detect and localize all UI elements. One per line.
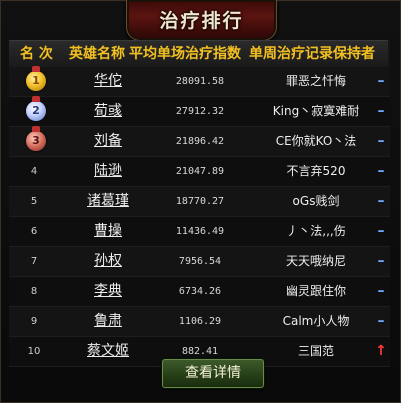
table-row: 1 华佗 28091.58 罪恶之忏悔 –: [9, 66, 390, 97]
hero-name-link[interactable]: 陆逊: [69, 157, 147, 186]
header-hero: 英雄名称: [69, 46, 125, 62]
trend-flat-icon: –: [377, 193, 385, 209]
trend-flat-icon: –: [377, 73, 385, 89]
view-details-button[interactable]: 查看详情: [162, 359, 264, 388]
rank-number: 4: [30, 166, 38, 177]
table-row: 7 孙权 7956.54 天天哦纳尼 –: [9, 247, 390, 277]
avg-heal-value: 28091.58: [175, 76, 225, 87]
trend-flat-icon: –: [377, 253, 385, 269]
trend-flat-icon: –: [377, 313, 385, 329]
ranking-table: 1 华佗 28091.58 罪恶之忏悔 – 2 荀彧 27912.32 King丶寂寞难耐 – 3 刘…: [9, 66, 390, 367]
title-banner: 治疗排行: [126, 0, 277, 41]
record-holder: 丿丶法,,,伤: [286, 224, 346, 238]
table-row: 8 李典 6734.26 幽灵跟住你 –: [9, 277, 390, 307]
hero-name-link[interactable]: 蔡文姬: [69, 337, 147, 366]
record-holder: Calm小人物: [282, 314, 350, 328]
table-row: 4 陆逊 21047.89 不言弃520 –: [9, 157, 390, 187]
hero-name-link[interactable]: 荀彧: [69, 97, 147, 126]
rank-number: 7: [30, 256, 38, 267]
table-row: 3 刘备 21896.42 CE你就KO丶法 –: [9, 126, 390, 157]
record-holder: 罪恶之忏悔: [285, 74, 346, 88]
panel-title: 治疗排行: [159, 10, 244, 32]
avg-heal-value: 18770.27: [175, 196, 225, 207]
avg-heal-value: 21896.42: [175, 136, 225, 147]
avg-heal-value: 1106.29: [178, 316, 222, 327]
trend-flat-icon: –: [377, 103, 385, 119]
bronze-medal-icon: 3: [26, 126, 46, 151]
hero-name-link[interactable]: 华佗: [69, 67, 147, 96]
table-row: 5 诸葛瑾 18770.27 oGs贱剑 –: [9, 187, 390, 217]
avg-heal-value: 21047.89: [175, 166, 225, 177]
record-holder: King丶寂寞难耐: [272, 104, 360, 118]
record-holder: oGs贱剑: [292, 194, 340, 208]
rank-number: 6: [30, 226, 38, 237]
table-row: 6 曹操 11436.49 丿丶法,,,伤 –: [9, 217, 390, 247]
avg-heal-value: 6734.26: [178, 286, 222, 297]
record-holder: CE你就KO丶法: [275, 134, 357, 148]
rank-number: 5: [30, 196, 38, 207]
silver-medal-icon: 2: [26, 96, 46, 121]
hero-name-link[interactable]: 李典: [69, 277, 147, 306]
trend-up-icon: ↑: [375, 343, 387, 359]
rank-number: 10: [27, 346, 41, 357]
hero-name-link[interactable]: 诸葛瑾: [69, 187, 147, 216]
header-avg: 平均单场治疗指数: [129, 46, 241, 62]
table-header: 名 次 英雄名称 平均单场治疗指数 单周治疗记录保持者: [9, 40, 390, 68]
gold-medal-icon: 1: [26, 66, 46, 91]
record-holder: 天天哦纳尼: [285, 254, 346, 268]
hero-name-link[interactable]: 刘备: [69, 127, 147, 156]
trend-flat-icon: –: [377, 133, 385, 149]
record-holder: 三国范: [297, 344, 334, 358]
trend-flat-icon: –: [377, 163, 385, 179]
trend-flat-icon: –: [377, 223, 385, 239]
table-row: 9 鲁肃 1106.29 Calm小人物 –: [9, 307, 390, 337]
avg-heal-value: 7956.54: [178, 256, 222, 267]
rank-number: 9: [30, 316, 38, 327]
avg-heal-value: 11436.49: [175, 226, 225, 237]
trend-flat-icon: –: [377, 283, 385, 299]
record-holder: 不言弃520: [286, 164, 346, 178]
header-rank: 名 次: [20, 46, 53, 62]
avg-heal-value: 27912.32: [175, 106, 225, 117]
hero-name-link[interactable]: 鲁肃: [69, 307, 147, 336]
hero-name-link[interactable]: 孙权: [69, 247, 147, 276]
table-row: 2 荀彧 27912.32 King丶寂寞难耐 –: [9, 96, 390, 127]
rank-number: 8: [30, 286, 38, 297]
header-holder: 单周治疗记录保持者: [249, 46, 375, 62]
hero-name-link[interactable]: 曹操: [69, 217, 147, 246]
record-holder: 幽灵跟住你: [285, 284, 346, 298]
